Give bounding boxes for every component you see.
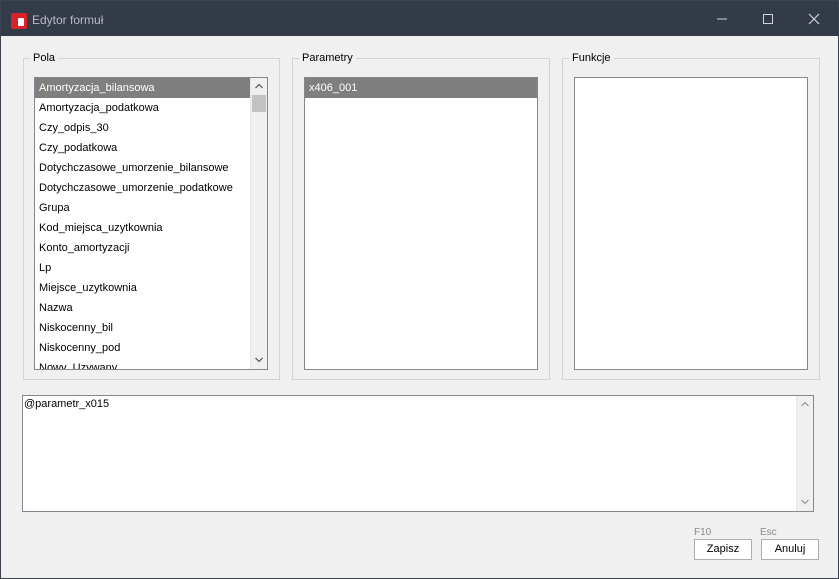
list-item[interactable]: x406_001	[305, 78, 537, 98]
functions-group-label: Funkcje	[569, 52, 614, 64]
cancel-button[interactable]: Anuluj	[761, 539, 819, 560]
minimize-button[interactable]	[699, 1, 745, 36]
fields-group: Pola Amortyzacja_bilansowa Amortyzacja_po…	[23, 52, 280, 380]
scroll-down-button[interactable]	[797, 494, 813, 511]
list-item[interactable]: Czy_odpis_30	[35, 118, 250, 138]
parameters-group-label: Parametry	[299, 52, 356, 64]
parameters-listbox[interactable]: x406_001	[304, 77, 538, 370]
window-title: Edytor formuł	[32, 13, 104, 27]
scroll-up-button[interactable]	[251, 78, 267, 95]
list-item[interactable]: Amortyzacja_podatkowa	[35, 98, 250, 118]
formula-scrollbar[interactable]	[796, 396, 813, 511]
app-logo-icon	[11, 13, 27, 29]
scroll-up-button[interactable]	[797, 396, 813, 413]
list-item[interactable]: Miejsce_uzytkownia	[35, 278, 250, 298]
chevron-up-icon	[255, 83, 263, 89]
list-item[interactable]: Nazwa	[35, 298, 250, 318]
save-shortcut-hint: F10	[694, 527, 712, 538]
list-item[interactable]: Grupa	[35, 198, 250, 218]
close-icon	[808, 13, 820, 25]
maximize-icon	[763, 14, 773, 24]
list-item[interactable]: Niskocenny_bil	[35, 318, 250, 338]
fields-group-label: Pola	[30, 52, 59, 64]
cancel-shortcut-hint: Esc	[760, 527, 777, 538]
functions-listbox[interactable]	[574, 77, 808, 370]
maximize-button[interactable]	[745, 1, 791, 36]
chevron-up-icon	[801, 401, 809, 407]
list-item[interactable]: Dotychczasowe_umorzenie_podatkowe	[35, 178, 250, 198]
scroll-thumb[interactable]	[252, 95, 266, 112]
formula-editor-window: Edytor formuł Pola Amortyzacja_bilansowa…	[0, 0, 839, 579]
formula-textarea[interactable]: @parametr_x015	[22, 395, 814, 512]
minimize-icon	[717, 18, 727, 20]
scroll-down-button[interactable]	[251, 352, 267, 369]
functions-group: Funkcje	[562, 52, 820, 380]
list-item[interactable]: Czy_podatkowa	[35, 138, 250, 158]
parameters-group: Parametry x406_001	[292, 52, 550, 380]
chevron-down-icon	[801, 499, 809, 505]
fields-listbox[interactable]: Amortyzacja_bilansowa Amortyzacja_podatko…	[34, 77, 268, 370]
list-item[interactable]: Nowy_Uzywany	[35, 358, 250, 369]
save-button[interactable]: Zapisz	[694, 539, 752, 560]
title-bar[interactable]: Edytor formuł	[1, 1, 838, 36]
list-item[interactable]: Dotychczasowe_umorzenie_bilansowe	[35, 158, 250, 178]
parameters-list: x406_001	[305, 78, 537, 98]
chevron-down-icon	[255, 357, 263, 363]
list-item[interactable]: Amortyzacja_bilansowa	[35, 78, 250, 98]
list-item[interactable]: Kod_miejsca_uzytkownia	[35, 218, 250, 238]
fields-list: Amortyzacja_bilansowa Amortyzacja_podatko…	[35, 78, 250, 369]
fields-scrollbar[interactable]	[250, 78, 267, 369]
list-item[interactable]: Niskocenny_pod	[35, 338, 250, 358]
formula-text[interactable]: @parametr_x015	[24, 398, 109, 410]
list-item[interactable]: Lp	[35, 258, 250, 278]
close-button[interactable]	[791, 1, 837, 36]
list-item[interactable]: Konto_amortyzacji	[35, 238, 250, 258]
